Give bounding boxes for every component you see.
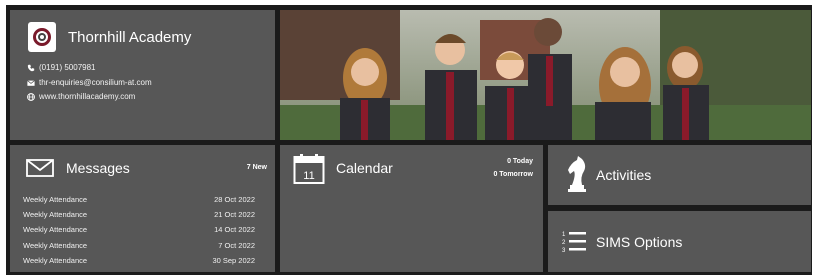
- message-subject: Weekly Attendance: [23, 195, 88, 204]
- phone-contact: (0191) 5007981: [27, 63, 96, 72]
- tomorrow-count: 0 Tomorrow: [493, 171, 533, 178]
- globe-icon: [27, 92, 35, 101]
- calendar-title: Calendar: [336, 160, 393, 176]
- envelope-icon: [26, 159, 54, 177]
- messages-title: Messages: [66, 160, 130, 176]
- activities-tile[interactable]: Activities: [548, 145, 811, 205]
- sims-options-tile[interactable]: 1 2 3 SIMS Options: [548, 211, 811, 272]
- website-contact[interactable]: www.thornhillacademy.com: [27, 92, 135, 101]
- students-photo: [280, 10, 811, 140]
- school-crest-logo: [28, 22, 56, 52]
- svg-text:3: 3: [562, 248, 566, 254]
- school-photo-banner: [280, 10, 811, 140]
- website-link[interactable]: www.thornhillacademy.com: [39, 92, 135, 101]
- message-date: 21 Oct 2022: [214, 210, 255, 219]
- message-subject: Weekly Attendance: [23, 210, 88, 219]
- calendar-icon-day: 11: [303, 170, 314, 182]
- message-item[interactable]: Weekly Attendance 28 Oct 2022: [23, 195, 255, 204]
- message-subject: Weekly Attendance: [23, 256, 88, 265]
- message-date: 14 Oct 2022: [214, 225, 255, 234]
- message-item[interactable]: Weekly Attendance 30 Sep 2022: [23, 256, 255, 265]
- school-name: Thornhill Academy: [68, 29, 192, 46]
- phone-number: (0191) 5007981: [39, 63, 96, 72]
- today-count: 0 Today: [507, 158, 533, 165]
- svg-text:1: 1: [562, 232, 566, 238]
- message-item[interactable]: Weekly Attendance 21 Oct 2022: [23, 210, 255, 219]
- phone-icon: [27, 64, 35, 71]
- message-item[interactable]: Weekly Attendance 14 Oct 2022: [23, 225, 255, 234]
- school-info-tile: Thornhill Academy (0191) 5007981 thr-enq…: [10, 10, 275, 140]
- messages-tile[interactable]: Messages 7 New Weekly Attendance 28 Oct …: [10, 145, 275, 272]
- new-messages-badge: 7 New: [246, 164, 267, 171]
- envelope-icon: [27, 79, 35, 86]
- email-address[interactable]: thr-enquiries@consilium-at.com: [39, 78, 152, 87]
- message-date: 30 Sep 2022: [212, 256, 255, 265]
- chess-knight-icon: [568, 156, 586, 192]
- activities-title: Activities: [596, 167, 652, 183]
- calendar-icon: 11: [293, 154, 325, 184]
- message-date: 7 Oct 2022: [218, 241, 255, 250]
- svg-text:2: 2: [562, 240, 566, 246]
- sims-options-title: SIMS Options: [596, 234, 683, 250]
- email-contact[interactable]: thr-enquiries@consilium-at.com: [27, 78, 152, 87]
- message-subject: Weekly Attendance: [23, 241, 88, 250]
- message-subject: Weekly Attendance: [23, 225, 88, 234]
- calendar-tile[interactable]: 11 Calendar 0 Today 0 Tomorrow: [280, 145, 543, 272]
- message-date: 28 Oct 2022: [214, 195, 255, 204]
- numbered-list-icon: 1 2 3: [562, 232, 586, 254]
- message-item[interactable]: Weekly Attendance 7 Oct 2022: [23, 241, 255, 250]
